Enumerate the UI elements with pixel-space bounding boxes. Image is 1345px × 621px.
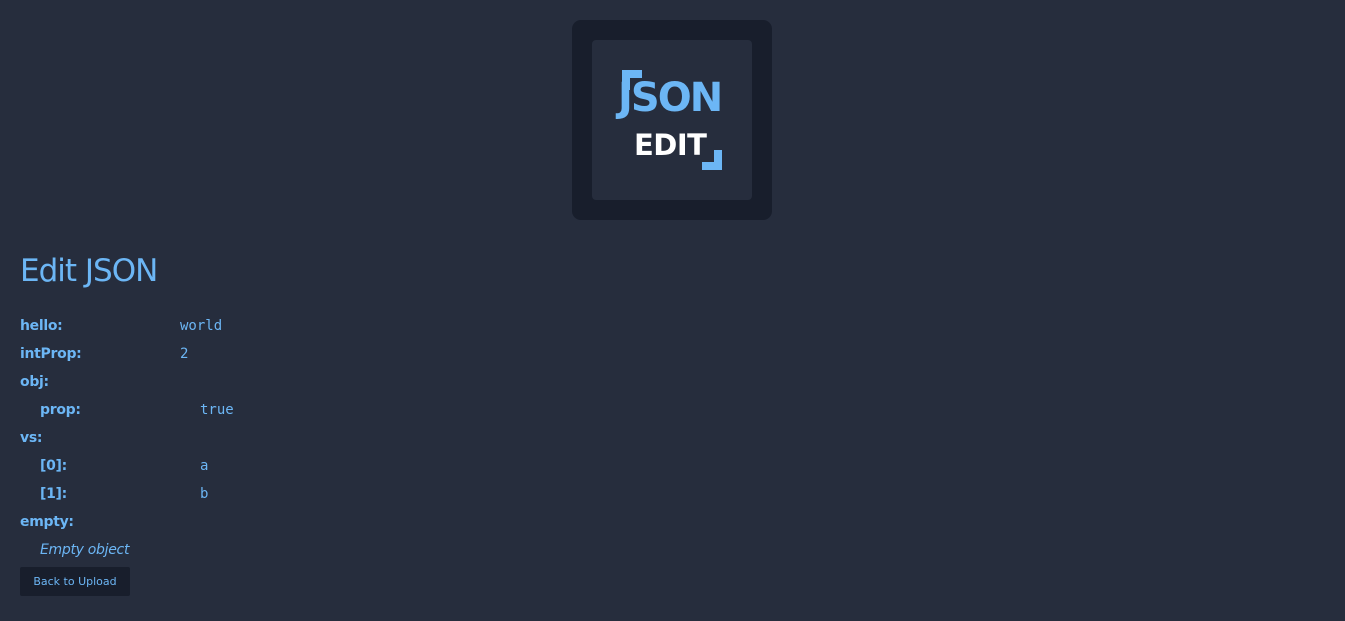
logo-bracket-bottom-right-vertical [714,150,722,170]
field-key-vs-1: [1]: [40,486,67,502]
field-value-vs-1[interactable]: b [200,483,208,505]
page-title: Edit JSON [20,253,158,289]
field-row-empty: empty: [0,511,400,533]
back-to-upload-button[interactable]: Back to Upload [20,567,130,596]
field-row-hello: hello: world [0,315,400,337]
field-key-vs-0: [0]: [40,458,67,474]
field-key-vs: vs: [20,430,43,446]
field-row-obj: obj: [0,371,400,393]
field-value-intprop[interactable]: 2 [180,343,188,365]
field-value-hello[interactable]: world [180,315,222,337]
field-key-obj-prop: prop: [40,402,81,418]
field-key-obj: obj: [20,374,49,390]
json-editor-page: JSON EDIT Edit JSON hello: world intProp… [0,0,1345,621]
field-row-obj-prop: prop: true [0,399,400,421]
logo-inner-panel: JSON EDIT [592,40,752,200]
field-row-intprop: intProp: 2 [0,343,400,365]
empty-object-note: Empty object [40,542,130,558]
field-row-vs-1: [1]: b [0,483,400,505]
field-value-obj-prop[interactable]: true [200,399,234,421]
field-key-hello: hello: [20,318,63,334]
field-row-vs: vs: [0,427,400,449]
app-logo: JSON EDIT [572,20,772,220]
field-row-vs-0: [0]: a [0,455,400,477]
logo-json-text: JSON [618,75,723,121]
field-value-vs-0[interactable]: a [200,455,208,477]
field-key-empty: empty: [20,514,74,530]
field-key-intprop: intProp: [20,346,82,362]
logo-edit-text: EDIT [634,128,707,162]
